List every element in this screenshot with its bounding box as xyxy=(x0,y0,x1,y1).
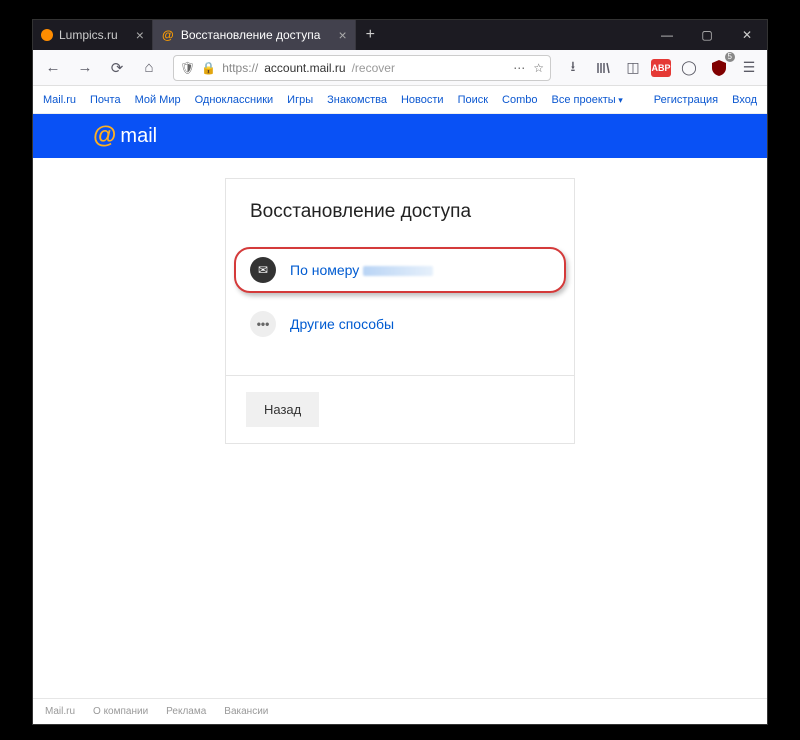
toolbar: ← → ⟳ ⌂ 🛡 🔒 https:// account.mail.ru/reco… xyxy=(33,50,767,86)
tab-recovery[interactable]: Восстановление доступа × xyxy=(153,20,356,50)
nav-news[interactable]: Новости xyxy=(401,94,444,106)
card-title: Восстановление доступа xyxy=(226,179,574,243)
minimize-button[interactable]: — xyxy=(647,20,687,50)
nav-search[interactable]: Поиск xyxy=(458,94,488,106)
nav-mailru[interactable]: Mail.ru xyxy=(43,94,76,106)
url-host: account.mail.ru xyxy=(264,61,345,75)
recovery-card: Восстановление доступа ✉ По номеру ••• Д… xyxy=(225,178,575,444)
sms-icon: ✉ xyxy=(250,257,276,283)
favicon-mail xyxy=(161,28,175,42)
footer-mailru[interactable]: Mail.ru xyxy=(45,706,75,717)
browser-window: Lumpics.ru × Восстановление доступа × + … xyxy=(33,20,767,724)
shield-icon: 🛡 xyxy=(180,61,195,75)
tab-lumpics[interactable]: Lumpics.ru × xyxy=(33,20,153,50)
page-footer: Mail.ru О компании Реклама Вакансии xyxy=(33,698,767,724)
tab-label: Lumpics.ru xyxy=(59,28,118,42)
maximize-button[interactable]: ▢ xyxy=(687,20,727,50)
account-button[interactable]: ◯ xyxy=(677,56,701,80)
page-content: Восстановление доступа ✉ По номеру ••• Д… xyxy=(33,158,767,698)
brand-header: @ mail xyxy=(33,114,767,158)
option-other-ways[interactable]: ••• Другие способы xyxy=(226,297,574,351)
nav-mail[interactable]: Почта xyxy=(90,94,121,106)
nav-mymir[interactable]: Мой Мир xyxy=(135,94,181,106)
footer-jobs[interactable]: Вакансии xyxy=(224,706,268,717)
card-footer: Назад xyxy=(226,375,574,443)
home-button[interactable]: ⌂ xyxy=(135,54,163,82)
library-button[interactable] xyxy=(591,56,615,80)
bookmark-icon[interactable]: ☆ xyxy=(533,61,544,75)
nav-login[interactable]: Вход xyxy=(732,94,757,106)
forward-button[interactable]: → xyxy=(71,54,99,82)
menu-button[interactable]: ☰ xyxy=(737,56,761,80)
adblock-icon[interactable]: ABP xyxy=(651,59,671,77)
option-by-phone[interactable]: ✉ По номеру xyxy=(226,243,574,297)
nav-combo[interactable]: Combo xyxy=(502,94,537,106)
ublock-count: 5 xyxy=(725,52,735,62)
logo-text: mail xyxy=(120,125,157,148)
mailru-nav: Mail.ru Почта Мой Мир Одноклассники Игры… xyxy=(33,86,767,114)
reload-button[interactable]: ⟳ xyxy=(103,54,131,82)
at-icon: @ xyxy=(93,122,116,150)
tab-label: Восстановление доступа xyxy=(181,28,321,42)
close-window-button[interactable]: ✕ xyxy=(727,20,767,50)
back-button[interactable]: ← xyxy=(39,54,67,82)
lock-icon: 🔒 xyxy=(201,61,216,75)
reader-icon[interactable]: ⋯ xyxy=(513,61,525,75)
nav-dating[interactable]: Знакомства xyxy=(327,94,387,106)
option-other-label: Другие способы xyxy=(290,316,394,332)
window-controls: — ▢ ✕ xyxy=(647,20,767,50)
favicon-lumpics xyxy=(41,29,53,41)
url-bar[interactable]: 🛡 🔒 https:// account.mail.ru/recover ⋯ ☆ xyxy=(173,55,551,81)
back-button-card[interactable]: Назад xyxy=(246,392,319,427)
option-by-phone-label: По номеру xyxy=(290,262,433,278)
close-icon[interactable]: × xyxy=(136,27,144,43)
close-icon[interactable]: × xyxy=(338,27,346,43)
nav-ok[interactable]: Одноклассники xyxy=(195,94,274,106)
nav-all-projects[interactable]: Все проекты xyxy=(552,94,623,106)
nav-games[interactable]: Игры xyxy=(287,94,313,106)
mail-logo[interactable]: @ mail xyxy=(93,122,157,150)
dots-icon: ••• xyxy=(250,311,276,337)
titlebar: Lumpics.ru × Восстановление доступа × + … xyxy=(33,20,767,50)
url-scheme: https:// xyxy=(222,61,258,75)
new-tab-button[interactable]: + xyxy=(356,20,385,50)
footer-about[interactable]: О компании xyxy=(93,706,148,717)
blurred-phone xyxy=(363,266,433,276)
ublock-icon[interactable]: 5 xyxy=(707,56,731,80)
downloads-button[interactable]: ⭳ xyxy=(561,56,585,80)
footer-ads[interactable]: Реклама xyxy=(166,706,206,717)
url-actions: ⋯ ☆ xyxy=(513,61,544,75)
nav-register[interactable]: Регистрация xyxy=(654,94,718,106)
sidebar-button[interactable]: ◫ xyxy=(621,56,645,80)
url-path: /recover xyxy=(352,61,395,75)
